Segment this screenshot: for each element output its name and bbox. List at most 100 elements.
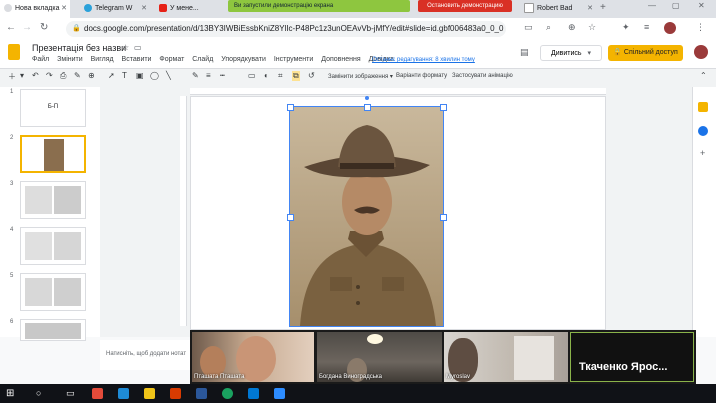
participant-tile[interactable]: Богдана Виноградська <box>317 332 442 382</box>
border-weight-icon[interactable]: ≡ <box>206 71 211 80</box>
app-icon[interactable] <box>92 388 103 399</box>
participant-tile[interactable]: Myroslav <box>444 332 568 382</box>
star-icon[interactable]: ☆ <box>122 43 129 52</box>
zoom-icon[interactable]: ⊕ <box>88 71 95 80</box>
zoom-app-icon[interactable] <box>274 388 285 399</box>
maximize-icon[interactable]: ▢ <box>672 1 680 10</box>
search-icon[interactable]: ⌕ <box>546 22 551 33</box>
comment-icon[interactable]: ▭ <box>248 71 256 80</box>
mask-icon[interactable]: ◐ <box>264 71 269 80</box>
share-button[interactable]: 🔒 Спільний доступ <box>608 45 683 61</box>
border-dash-icon[interactable]: ┅ <box>220 71 225 80</box>
participant-tile[interactable]: Пташата Пташата <box>192 332 314 382</box>
document-title[interactable]: Презентація без назви <box>32 43 126 53</box>
telegram-icon[interactable] <box>118 388 129 399</box>
close-icon[interactable]: ✕ <box>587 0 593 18</box>
print-icon[interactable]: ⎙ <box>60 71 66 81</box>
resize-handle[interactable] <box>440 104 447 111</box>
media-icon[interactable]: ≡ <box>644 22 649 32</box>
tasks-icon[interactable] <box>698 126 708 136</box>
slides-logo-icon[interactable] <box>8 44 20 60</box>
reset-image-icon[interactable]: ↺ <box>308 71 315 80</box>
close-icon[interactable]: ✕ <box>61 0 67 18</box>
folder-icon[interactable]: ▭ <box>134 43 142 52</box>
menu-arrange[interactable]: Упорядкувати <box>221 56 266 63</box>
menu-addons[interactable]: Доповнення <box>321 56 360 63</box>
pen-icon[interactable]: ✎ <box>192 71 199 80</box>
reload-icon[interactable]: ↻ <box>40 22 48 33</box>
slide-thumbnail[interactable] <box>20 273 86 311</box>
extensions-icon[interactable]: ✦ <box>622 22 630 33</box>
participant-tile-active[interactable]: Ткаченко Ярос... <box>570 332 694 382</box>
chevron-down-icon[interactable]: ▾ <box>20 71 24 80</box>
chrome-icon[interactable] <box>222 388 233 399</box>
portrait-image[interactable] <box>290 107 443 326</box>
forward-icon[interactable]: → <box>22 22 32 33</box>
select-icon[interactable]: ➚ <box>108 71 115 80</box>
close-icon[interactable]: ✕ <box>141 0 147 18</box>
undo-icon[interactable]: ↶ <box>32 71 39 80</box>
cast-icon[interactable]: ▭ <box>524 22 533 33</box>
menu-edit[interactable]: Змінити <box>57 56 83 63</box>
tab-youtube[interactable]: У мене... <box>155 0 225 18</box>
menu-tools[interactable]: Інструменти <box>274 56 313 63</box>
tab-new[interactable]: Нова вкладка ✕ <box>0 0 70 18</box>
wikipedia-icon <box>524 3 534 14</box>
url-input[interactable]: 🔒 docs.google.com/presentation/d/13BY3IW… <box>66 21 506 37</box>
new-tab-icon[interactable]: + <box>600 2 606 13</box>
zoom-icon[interactable]: ⊕ <box>568 22 576 33</box>
speaker-notes[interactable]: Натисніть, щоб додати нотат <box>100 340 190 370</box>
slide-thumbnail[interactable]: Б-П <box>20 89 86 127</box>
slide-thumbnail[interactable] <box>20 181 86 219</box>
profile-avatar[interactable] <box>664 22 676 34</box>
format-options-button[interactable]: Варіанти формату <box>396 73 447 79</box>
comments-icon[interactable]: ▤ <box>520 47 529 58</box>
last-edit-link[interactable]: Останнє редагування: 8 хвилин тому <box>372 57 475 63</box>
file-explorer-icon[interactable] <box>144 388 155 399</box>
window-close-icon[interactable]: ✕ <box>698 1 705 10</box>
star-icon[interactable]: ☆ <box>588 22 596 33</box>
back-icon[interactable]: ← <box>6 22 16 33</box>
more-icon[interactable]: ⋮ <box>696 22 705 33</box>
menu-insert[interactable]: Вставити <box>122 56 152 63</box>
crop-icon[interactable]: ⌗ <box>278 71 283 81</box>
task-view-icon[interactable]: ▭ <box>66 388 75 399</box>
new-slide-icon[interactable]: ＋ <box>8 71 16 82</box>
menu-slide[interactable]: Слайд <box>192 56 213 63</box>
keep-icon[interactable] <box>698 102 708 112</box>
add-icon[interactable]: + <box>700 148 705 158</box>
powerpoint-icon[interactable] <box>170 388 181 399</box>
stop-sharing-button[interactable]: Остановить демонстрацию <box>418 0 512 12</box>
windows-start-icon[interactable]: ⊞ <box>6 388 14 399</box>
store-icon[interactable] <box>248 388 259 399</box>
chevron-down-icon[interactable]: ▾ <box>588 50 592 57</box>
replace-image-button[interactable]: Замінити зображення ▾ <box>328 73 393 80</box>
slide-thumbnail[interactable] <box>20 227 86 265</box>
present-button[interactable]: Дивитись ▾ <box>540 45 602 61</box>
resize-handle[interactable] <box>287 104 294 111</box>
image-icon[interactable]: ▣ <box>136 71 144 80</box>
minimize-icon[interactable]: — <box>648 1 656 10</box>
rotate-handle[interactable] <box>365 96 369 100</box>
resize-handle[interactable] <box>364 104 371 111</box>
menu-format[interactable]: Формат <box>159 56 184 63</box>
resize-handle[interactable] <box>440 214 447 221</box>
menu-file[interactable]: Файл <box>32 56 49 63</box>
paint-format-icon[interactable]: ✎ <box>74 71 81 80</box>
textbox-icon[interactable]: T <box>122 71 127 80</box>
slide-thumbnail[interactable] <box>20 319 86 341</box>
word-icon[interactable] <box>196 388 207 399</box>
search-icon[interactable]: ○ <box>36 388 41 398</box>
redo-icon[interactable]: ↷ <box>46 71 53 80</box>
slide-thumbnail-selected[interactable] <box>20 135 86 173</box>
animate-button[interactable]: Застосувати анімацію <box>452 73 513 79</box>
avatar[interactable] <box>694 45 708 59</box>
crop-active-icon[interactable]: ⧉ <box>292 71 300 81</box>
shape-icon[interactable]: ◯ <box>150 71 159 80</box>
tab-telegram[interactable]: Telegram W ✕ <box>80 0 150 18</box>
collapse-icon[interactable]: ⌃ <box>700 71 707 80</box>
line-icon[interactable]: ╲ <box>166 71 171 80</box>
resize-handle[interactable] <box>287 214 294 221</box>
tab-robert-baden[interactable]: Robert Bad ✕ <box>520 0 596 18</box>
menu-view[interactable]: Вигляд <box>91 56 114 63</box>
